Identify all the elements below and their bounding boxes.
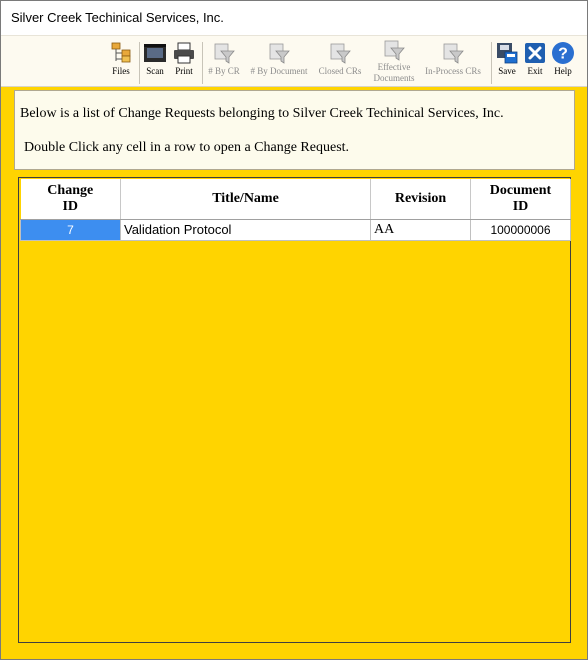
toolbar-separator [202,42,203,84]
toolbar: Files Scan Print # By CR # By Document C… [1,35,587,87]
table-header-row: Change ID Title/Name Revision Document I… [20,179,571,220]
filter-icon [443,43,464,64]
exit-button[interactable]: Exit [522,38,548,86]
help-label: Help [554,66,572,76]
scan-icon [144,44,166,62]
by-cr-button[interactable]: # By CR [205,38,243,86]
column-header-change-id-line1: Change [47,182,94,198]
column-header-document-id-line2: ID [512,198,529,214]
cell-title[interactable]: Validation Protocol [120,218,371,241]
svg-text:?: ? [558,46,568,63]
filter-icon [330,43,351,64]
files-icon [111,42,131,63]
column-header-title[interactable]: Title/Name [120,179,371,220]
print-label: Print [175,66,193,76]
save-button[interactable]: Save [495,38,519,86]
change-requests-grid: Change ID Title/Name Revision Document I… [18,177,571,643]
change-requests-table: Change ID Title/Name Revision Document I… [20,179,571,241]
column-header-revision[interactable]: Revision [370,179,471,220]
column-header-document-id[interactable]: Document ID [470,179,571,220]
title-bar: Silver Creek Techinical Services, Inc. [1,1,587,35]
scan-label: Scan [146,66,164,76]
info-instruction: Double Click any cell in a row to open a… [24,140,350,155]
help-button[interactable]: ? Help [550,38,576,86]
by-document-label: # By Document [250,66,308,76]
exit-label: Exit [527,66,543,76]
toolbar-separator [139,42,140,84]
close-icon [525,43,545,63]
toolbar-separator [491,42,492,84]
help-icon: ? [552,42,574,64]
info-panel: Below is a list of Change Requests belon… [14,90,575,170]
cell-change-id[interactable]: 7 [20,218,121,241]
in-process-crs-label: In-Process CRs [425,66,481,76]
column-header-change-id[interactable]: Change ID [20,179,121,220]
window-title: Silver Creek Techinical Services, Inc. [11,10,224,25]
files-button[interactable]: Files [106,38,136,86]
save-label: Save [498,66,516,76]
column-header-document-id-line1: Document [489,182,552,198]
filter-icon [214,43,235,64]
filter-icon [384,40,405,61]
closed-crs-label: Closed CRs [318,66,362,76]
effective-documents-button[interactable]: Effective Documents [369,38,419,86]
print-button[interactable]: Print [170,38,198,86]
column-header-change-id-line2: ID [62,198,79,214]
info-description: Below is a list of Change Requests belon… [20,106,504,121]
cell-document-id[interactable]: 100000006 [470,218,571,241]
filter-icon [269,43,290,64]
by-cr-label: # By CR [208,66,240,76]
app-window: Silver Creek Techinical Services, Inc. F… [0,0,588,660]
table-row[interactable]: 7 Validation Protocol AA 100000006 [20,218,571,241]
cell-revision[interactable]: AA [370,218,471,241]
print-icon [174,42,194,64]
by-document-button[interactable]: # By Document [247,38,311,86]
closed-crs-button[interactable]: Closed CRs [315,38,365,86]
files-label: Files [112,66,130,76]
scan-button[interactable]: Scan [142,38,168,86]
effective-documents-label: Effective Documents [373,62,415,83]
in-process-crs-button[interactable]: In-Process CRs [421,38,485,86]
save-icon [497,43,518,64]
